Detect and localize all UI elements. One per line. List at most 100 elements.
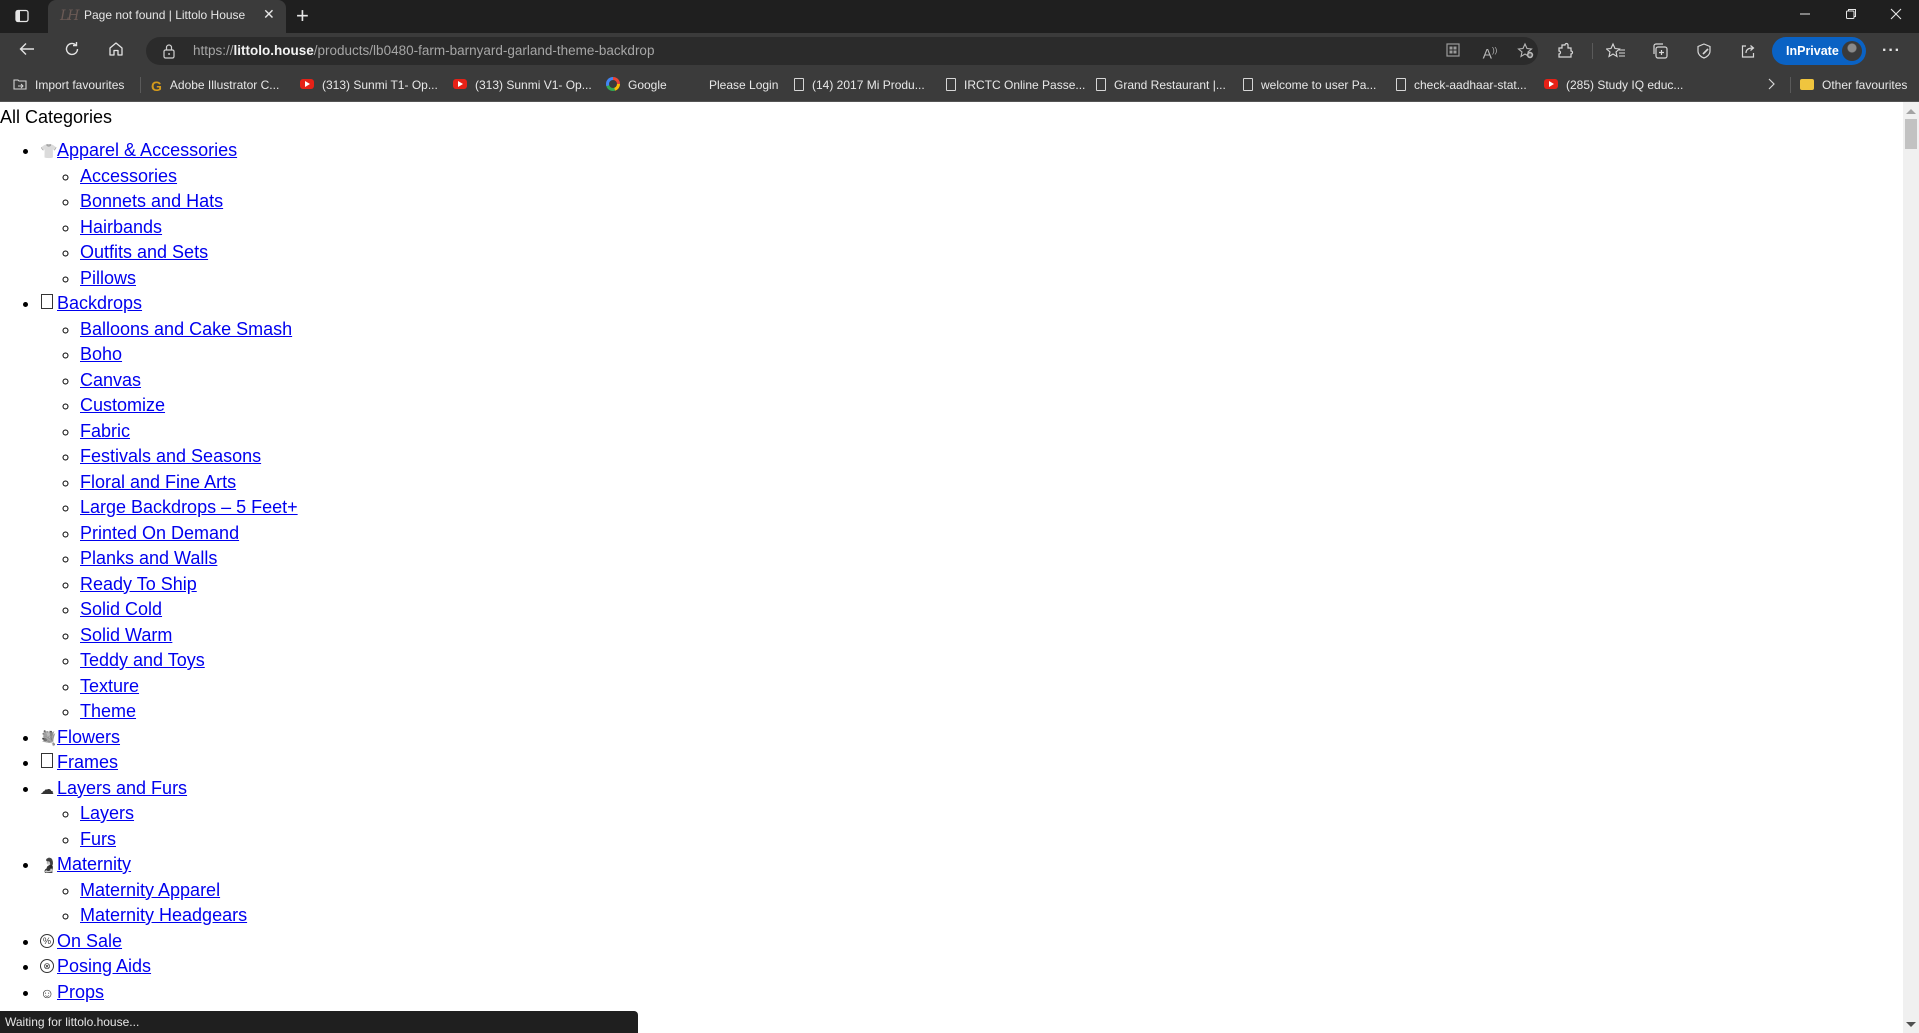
maternity-icon: 🤰 <box>40 857 58 873</box>
category-link[interactable]: Posing Aids <box>57 956 151 976</box>
minimize-button[interactable] <box>1782 0 1828 33</box>
subcategory-link[interactable]: Fabric <box>80 421 130 441</box>
subcategory-link[interactable]: Accessories <box>80 166 177 186</box>
site-favicon-icon: LH <box>60 8 79 24</box>
collections-icon[interactable] <box>1650 42 1670 60</box>
lock-icon[interactable] <box>162 43 176 64</box>
subcategory-link[interactable]: Balloons and Cake Smash <box>80 319 292 339</box>
url-path: /products/lb0480-farm-barnyard-garland-t… <box>313 43 655 58</box>
favourites-icon[interactable] <box>1605 42 1626 60</box>
active-tab[interactable]: LH Page not found | Littolo House ✕ <box>48 0 286 33</box>
toolbar: https://littolo.house/products/lb0480-fa… <box>0 33 1919 69</box>
add-favourite-icon[interactable] <box>1517 42 1535 60</box>
scroll-down-arrow-icon[interactable] <box>1906 1022 1916 1027</box>
subcategory-link[interactable]: Printed On Demand <box>80 523 239 543</box>
bookmark-check-aadhaar[interactable]: check-aadhaar-stat... <box>1396 77 1527 93</box>
subcategory-item: Ready To Ship <box>80 572 298 598</box>
category-link[interactable]: Maternity <box>57 854 131 874</box>
restore-button[interactable] <box>1828 0 1874 33</box>
scroll-thumb[interactable] <box>1905 119 1917 149</box>
inprivate-button[interactable]: InPrivate <box>1772 37 1866 65</box>
url-text[interactable]: https://littolo.house/products/lb0480-fa… <box>193 43 654 58</box>
home-button[interactable] <box>105 40 127 62</box>
bookmark-label: welcome to user Pa... <box>1261 78 1377 92</box>
page-icon <box>1243 78 1253 91</box>
subcategory-link[interactable]: Customize <box>80 395 165 415</box>
refresh-button[interactable] <box>61 40 83 62</box>
toolbar-divider <box>1592 43 1593 59</box>
subcategory-link[interactable]: Maternity Headgears <box>80 905 247 925</box>
settings-more-icon[interactable]: ··· <box>1882 42 1901 60</box>
other-favourites-label: Other favourites <box>1822 78 1908 92</box>
import-favourites-icon <box>13 77 27 91</box>
all-categories-heading: All Categories <box>0 107 113 127</box>
subcategory-link[interactable]: Outfits and Sets <box>80 242 208 262</box>
subcategory-link[interactable]: Layers <box>80 803 134 823</box>
page-scrollbar[interactable] <box>1903 102 1919 1033</box>
category-link[interactable]: Frames <box>57 752 118 772</box>
read-aloud-icon[interactable]: A)) <box>1481 42 1499 62</box>
close-window-button[interactable] <box>1873 0 1919 33</box>
subcategory-item: Texture <box>80 674 298 700</box>
category-link[interactable]: On Sale <box>57 931 122 951</box>
subcategory-link[interactable]: Planks and Walls <box>80 548 217 568</box>
subcategory-item: Customize <box>80 393 298 419</box>
category-link[interactable]: Flowers <box>57 727 120 747</box>
subcategory-item: Boho <box>80 342 298 368</box>
subcategory-link[interactable]: Hairbands <box>80 217 162 237</box>
bookmark-grand-restaurant[interactable]: Grand Restaurant |... <box>1096 77 1226 93</box>
tab-actions-icon[interactable] <box>14 8 30 24</box>
new-tab-button[interactable]: + <box>296 3 309 29</box>
category-link[interactable]: Props <box>57 982 104 1002</box>
scroll-up-arrow-icon[interactable] <box>1906 109 1916 114</box>
bookmark-please-login[interactable]: Please Login <box>709 77 778 93</box>
other-favourites-folder[interactable]: Other favourites <box>1800 77 1907 93</box>
category-link[interactable]: Backdrops <box>57 293 142 313</box>
bookmark-study-iq[interactable]: (285) Study IQ educ... <box>1544 77 1683 93</box>
bookmark-label: Please Login <box>709 78 779 92</box>
subcategory-item: Theme <box>80 699 298 725</box>
subcategory-link[interactable]: Solid Cold <box>80 599 162 619</box>
category-item-props: ☺Props <box>40 980 298 1006</box>
bookmark-irctc[interactable]: IRCTC Online Passe... <box>946 77 1085 93</box>
subcategory-link[interactable]: Solid Warm <box>80 625 172 645</box>
subcategory-link[interactable]: Canvas <box>80 370 141 390</box>
subcategory-link[interactable]: Boho <box>80 344 122 364</box>
browser-essentials-icon[interactable] <box>1694 42 1714 60</box>
subcategory-link[interactable]: Furs <box>80 829 116 849</box>
bookmarks-overflow-chevron-icon[interactable] <box>1766 77 1776 93</box>
subcategory-link[interactable]: Floral and Fine Arts <box>80 472 236 492</box>
youtube-icon <box>1544 79 1558 89</box>
subcategory-link[interactable]: Festivals and Seasons <box>80 446 261 466</box>
bookmark-label: Import favourites <box>35 78 125 92</box>
props-icon: ☺ <box>40 984 55 1001</box>
close-tab-icon[interactable]: ✕ <box>263 6 275 23</box>
bookmark-welcome-user[interactable]: welcome to user Pa... <box>1243 77 1376 93</box>
bookmark-import-favourites[interactable]: Import favourites <box>13 77 124 93</box>
back-button[interactable] <box>16 40 38 62</box>
google-icon <box>606 77 620 91</box>
url-host: littolo.house <box>233 43 314 58</box>
subcategory-link[interactable]: Teddy and Toys <box>80 650 205 670</box>
category-link[interactable]: Layers and Furs <box>57 778 187 798</box>
bookmark-sunmi-v1[interactable]: (313) Sunmi V1- Op... <box>453 77 592 93</box>
bookmark-sunmi-t1[interactable]: (313) Sunmi T1- Op... <box>300 77 438 93</box>
bookmark-google[interactable]: Google <box>606 77 667 93</box>
category-link[interactable]: Apparel & Accessories <box>57 140 237 160</box>
share-icon[interactable] <box>1738 42 1758 60</box>
subcategory-link[interactable]: Large Backdrops – 5 Feet+ <box>80 497 298 517</box>
extensions-icon[interactable] <box>1555 42 1575 60</box>
subcategory-link[interactable]: Pillows <box>80 268 136 288</box>
bookmark-mi-products[interactable]: (14) 2017 Mi Produ... <box>794 77 925 93</box>
subcategory-link[interactable]: Bonnets and Hats <box>80 191 223 211</box>
address-bar[interactable]: https://littolo.house/products/lb0480-fa… <box>146 37 1538 65</box>
subcategory-link[interactable]: Texture <box>80 676 139 696</box>
app-available-icon[interactable] <box>1444 42 1462 60</box>
bookmark-adobe-illustrator[interactable]: G Adobe Illustrator C... <box>151 77 279 94</box>
subcategory-link[interactable]: Theme <box>80 701 136 721</box>
subcategory-link[interactable]: Maternity Apparel <box>80 880 220 900</box>
backdrop-icon <box>41 294 53 309</box>
subcategory-item: Pillows <box>80 266 298 292</box>
category-item-frames: Frames <box>40 750 298 776</box>
subcategory-link[interactable]: Ready To Ship <box>80 574 197 594</box>
